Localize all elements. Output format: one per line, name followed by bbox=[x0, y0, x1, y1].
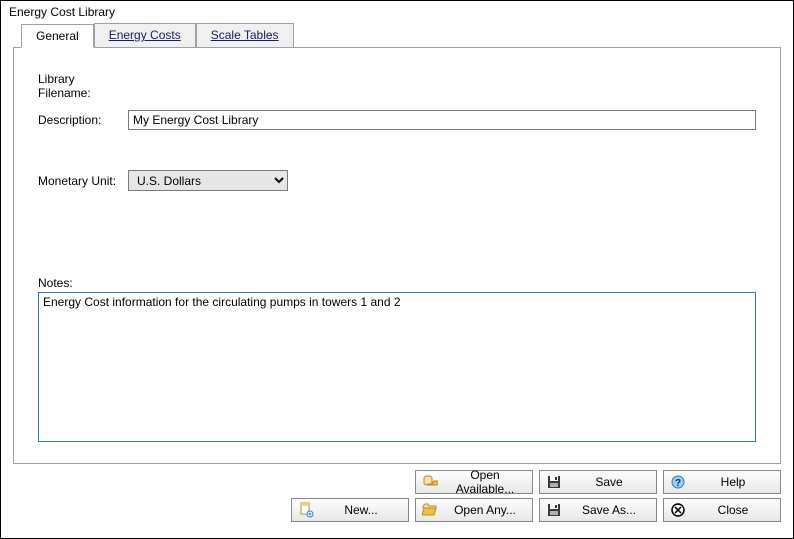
notes-label: Notes: bbox=[38, 276, 756, 290]
monetary-unit-label: Monetary Unit: bbox=[38, 174, 128, 188]
tab-panel-general: Library Filename: Description: Monetary … bbox=[13, 47, 781, 464]
open-any-button[interactable]: Open Any... bbox=[415, 498, 533, 522]
save-button[interactable]: Save bbox=[539, 470, 657, 494]
new-file-icon bbox=[298, 502, 314, 518]
close-button[interactable]: Close bbox=[663, 498, 781, 522]
description-label: Description: bbox=[38, 113, 128, 127]
help-button[interactable]: ? Help bbox=[663, 470, 781, 494]
close-icon bbox=[670, 502, 686, 518]
window-title: Energy Cost Library bbox=[1, 1, 793, 23]
database-open-icon bbox=[422, 474, 438, 490]
library-filename-label: Library Filename: bbox=[38, 72, 128, 100]
tab-energy-costs[interactable]: Energy Costs bbox=[94, 23, 196, 47]
open-available-button[interactable]: Open Available... bbox=[415, 470, 533, 494]
new-button-label: New... bbox=[320, 503, 402, 517]
close-label: Close bbox=[692, 503, 774, 517]
tab-scale-tables[interactable]: Scale Tables bbox=[196, 23, 294, 47]
monetary-unit-select[interactable]: U.S. Dollars bbox=[128, 170, 288, 191]
folder-open-icon bbox=[422, 502, 438, 518]
save-icon bbox=[546, 474, 562, 490]
notes-textarea[interactable]: Energy Cost information for the circulat… bbox=[38, 292, 756, 442]
tab-strip: General Energy Costs Scale Tables bbox=[21, 23, 781, 47]
open-available-label: Open Available... bbox=[444, 468, 526, 496]
button-bar: New... Open Available... Open Any... Sav… bbox=[1, 464, 793, 522]
help-label: Help bbox=[692, 475, 774, 489]
description-input[interactable] bbox=[128, 110, 756, 130]
new-button[interactable]: New... bbox=[291, 498, 409, 522]
open-any-label: Open Any... bbox=[444, 503, 526, 517]
save-as-icon bbox=[546, 502, 562, 518]
svg-text:?: ? bbox=[675, 478, 681, 489]
main-content: General Energy Costs Scale Tables Librar… bbox=[1, 23, 793, 464]
tab-general[interactable]: General bbox=[21, 24, 94, 48]
save-as-button[interactable]: Save As... bbox=[539, 498, 657, 522]
save-label: Save bbox=[568, 475, 650, 489]
help-icon: ? bbox=[670, 474, 686, 490]
save-as-label: Save As... bbox=[568, 503, 650, 517]
